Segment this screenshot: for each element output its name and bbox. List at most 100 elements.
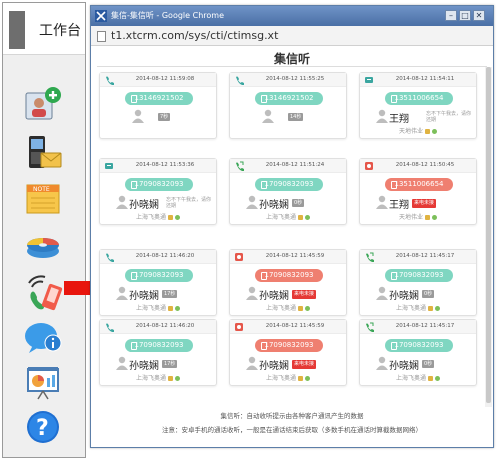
call-card[interactable]: 2014-08-12 11:45:17 17090832093 孙晓娴 0秒 上海飞奥通 <box>359 249 477 316</box>
phone-number: 17090832093 <box>134 271 184 279</box>
missed-call-icon <box>365 162 373 170</box>
contact-name[interactable]: 孙晓娴 <box>389 357 419 372</box>
contact-name[interactable]: 孙晓娴 <box>389 287 419 302</box>
window-titlebar[interactable]: 集信-集信听 - Google Chrome – □ ✕ <box>91 6 493 26</box>
address-url[interactable]: t1.xtcrm.com/sys/cti/ctimsg.xt <box>111 29 278 42</box>
call-card[interactable]: 2014-08-12 11:50:45 13511006654 王翔 来电未接 天地伟业 <box>359 158 477 225</box>
mobile-icon <box>391 181 397 189</box>
call-duration: 0秒 <box>422 290 435 298</box>
contact-icon[interactable] <box>435 376 440 381</box>
mobile-icon <box>391 95 397 103</box>
contact-icon[interactable] <box>305 215 310 220</box>
call-card[interactable]: 2014-08-12 11:53:36 17090832093 孙晓娴 忘不下午我去，… <box>99 158 217 225</box>
contact-icon[interactable] <box>305 376 310 381</box>
contact-avatar-icon <box>246 356 258 370</box>
contact-icon[interactable] <box>432 215 437 220</box>
company-name[interactable]: 上海飞奥通 <box>396 375 426 382</box>
call-card[interactable]: 2014-08-12 11:54:11 13511006654 王翔 忘不下午我去，请… <box>359 72 477 139</box>
company-name[interactable]: 上海飞奥通 <box>136 375 166 382</box>
call-card[interactable]: 2014-08-12 11:46:20 17090832093 孙晓娴 17秒 上海飞奥… <box>99 249 217 316</box>
call-duration: 17秒 <box>162 290 178 298</box>
close-button[interactable]: ✕ <box>473 10 485 21</box>
call-card[interactable]: 2014-08-12 11:45:59 17090832093 孙晓娴 来电未接 上海飞… <box>229 249 347 316</box>
workbench-dock: 工作台 NOTE ? <box>2 2 86 458</box>
contact-name[interactable]: 孙晓娴 <box>129 357 159 372</box>
contact-icon[interactable] <box>175 376 180 381</box>
contact-icon[interactable] <box>175 215 180 220</box>
folder-icon[interactable] <box>428 306 433 311</box>
info-chat-icon[interactable] <box>23 317 63 357</box>
contact-name[interactable]: 王翔 <box>389 196 409 211</box>
call-card[interactable]: 2014-08-12 11:59:08 13146921502 7秒 <box>99 72 217 139</box>
contact-avatar-icon <box>116 195 128 209</box>
mobile-icon <box>131 272 137 280</box>
folder-icon[interactable] <box>425 129 430 134</box>
company-name[interactable]: 天地伟业 <box>399 214 423 221</box>
card-footer: 上海飞奥通 <box>100 303 216 315</box>
mobile-icon <box>261 272 267 280</box>
help-icon[interactable]: ? <box>23 407 63 447</box>
app-logo-icon <box>95 10 107 22</box>
folder-icon[interactable] <box>168 215 173 220</box>
phone-number: 17090832093 <box>264 341 314 349</box>
phone-message-icon[interactable] <box>23 133 63 173</box>
folder-icon[interactable] <box>168 376 173 381</box>
contact-name[interactable]: 孙晓娴 <box>259 196 289 211</box>
contact-avatar-icon <box>116 356 128 370</box>
add-contact-icon[interactable] <box>23 85 63 125</box>
folder-icon[interactable] <box>168 306 173 311</box>
folder-icon[interactable] <box>425 215 430 220</box>
call-card[interactable]: 2014-08-12 11:51:24 17090832093 孙晓娴 0秒 上海飞奥通 <box>229 158 347 225</box>
contact-name[interactable]: 王翔 <box>389 110 409 125</box>
phone-out-icon <box>366 322 374 332</box>
contact-icon[interactable] <box>305 306 310 311</box>
card-footer: 天地伟业 <box>360 126 476 138</box>
contact-name[interactable]: 孙晓娴 <box>259 287 289 302</box>
call-card[interactable]: 2014-08-12 11:55:25 13146921502 14秒 <box>229 72 347 139</box>
missed-call-icon <box>235 253 243 261</box>
company-name[interactable]: 上海飞奥通 <box>396 305 426 312</box>
contact-name[interactable]: 孙晓娴 <box>259 357 289 372</box>
folder-icon[interactable] <box>298 306 303 311</box>
sms-preview: 忘不下午我去，请你还期 <box>426 111 472 123</box>
company-name[interactable]: 上海飞奥通 <box>136 214 166 221</box>
company-name[interactable]: 天地伟业 <box>399 128 423 135</box>
sms-preview: 忘不下午我去，请你还期 <box>166 197 212 209</box>
call-time: 2014-08-12 11:51:24 <box>265 162 325 168</box>
maximize-button[interactable]: □ <box>459 10 471 21</box>
contact-avatar-icon <box>376 356 388 370</box>
minimize-button[interactable]: – <box>445 10 457 21</box>
card-header: 2014-08-12 11:55:25 <box>230 73 346 87</box>
call-duration: 0秒 <box>292 199 305 207</box>
folder-icon[interactable] <box>428 376 433 381</box>
call-duration: 7秒 <box>158 113 171 121</box>
contact-icon[interactable] <box>432 129 437 134</box>
call-card[interactable]: 2014-08-12 11:45:59 17090832093 孙晓娴 来电未接 上海飞… <box>229 319 347 386</box>
call-card[interactable]: 2014-08-12 11:45:17 17090832093 孙晓娴 0秒 上海飞奥通 <box>359 319 477 386</box>
note-icon[interactable]: NOTE <box>23 179 63 219</box>
page-title: 集信听 <box>273 52 310 66</box>
contact-icon[interactable] <box>435 306 440 311</box>
call-time: 2014-08-12 11:54:11 <box>395 76 455 82</box>
call-time: 2014-08-12 11:59:08 <box>135 76 195 82</box>
folder-icon[interactable] <box>298 215 303 220</box>
address-bar[interactable]: t1.xtcrm.com/sys/cti/ctimsg.xt <box>91 26 493 46</box>
phone-in-icon <box>106 76 114 85</box>
disk-icon[interactable] <box>23 225 63 265</box>
company-name[interactable]: 上海飞奥通 <box>266 214 296 221</box>
mobile-call-icon[interactable] <box>23 271 63 311</box>
company-name[interactable]: 上海飞奥通 <box>136 305 166 312</box>
contact-name[interactable]: 孙晓娴 <box>129 287 159 302</box>
company-name[interactable]: 上海飞奥通 <box>266 375 296 382</box>
contact-name[interactable]: 孙晓娴 <box>129 196 159 211</box>
mobile-icon <box>261 342 267 350</box>
phone-out-icon <box>366 252 374 262</box>
presentation-icon[interactable] <box>23 363 63 403</box>
contact-icon[interactable] <box>175 306 180 311</box>
call-time: 2014-08-12 11:53:36 <box>135 162 195 168</box>
company-name[interactable]: 上海飞奥通 <box>266 305 296 312</box>
card-header: 2014-08-12 11:50:45 <box>360 159 476 173</box>
call-card[interactable]: 2014-08-12 11:46:20 17090832093 孙晓娴 17秒 上海飞奥… <box>99 319 217 386</box>
scrollbar-thumb[interactable] <box>486 67 491 403</box>
folder-icon[interactable] <box>298 376 303 381</box>
